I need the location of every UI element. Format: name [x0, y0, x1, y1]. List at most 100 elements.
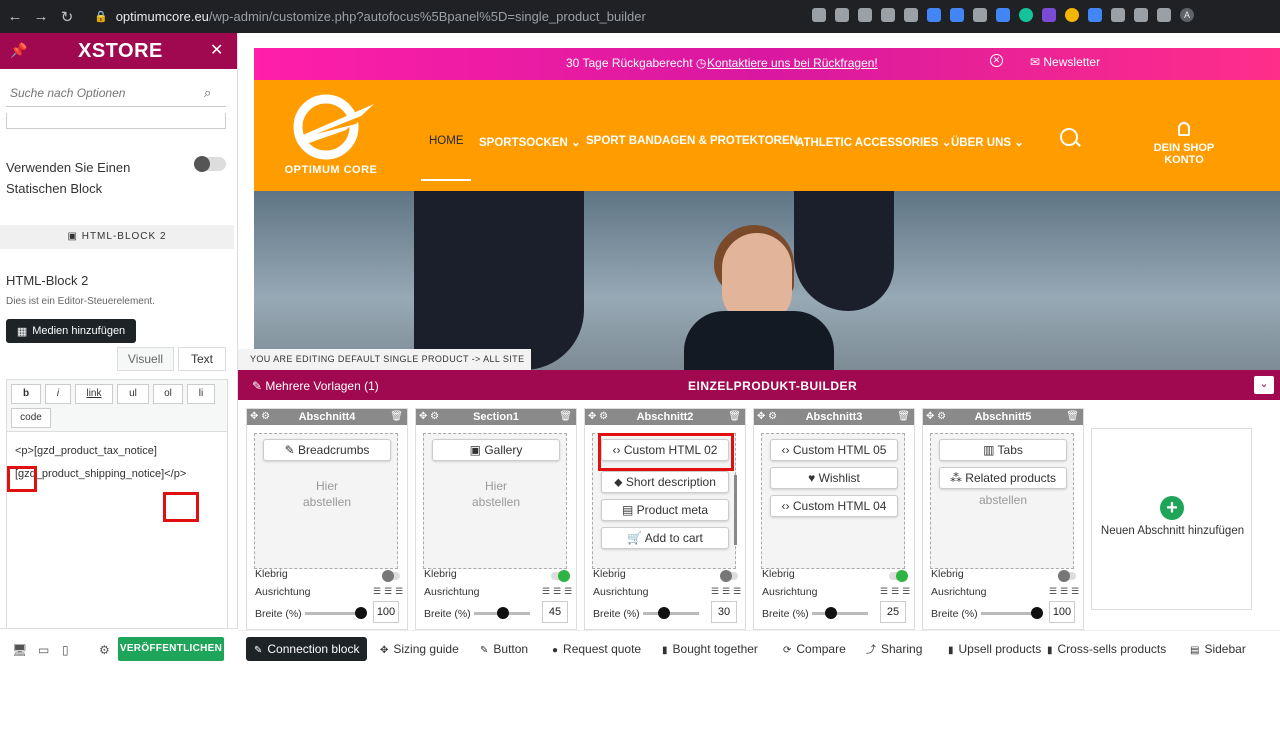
- align-icons[interactable]: ☰☰☰: [373, 586, 406, 597]
- nav-ueber-uns[interactable]: ÜBER UNS ⌄: [951, 135, 1024, 149]
- nav-sport-bandagen[interactable]: SPORT BANDAGEN & PROTEKTOREN: [586, 135, 798, 147]
- slider-handle[interactable]: [355, 607, 367, 619]
- camera-icon[interactable]: [973, 8, 987, 22]
- quicktag-italic[interactable]: i: [45, 384, 71, 404]
- share-icon[interactable]: [835, 8, 849, 22]
- builder-block[interactable]: ⬥ Short description: [601, 471, 729, 493]
- align-icons[interactable]: ☰☰☰: [542, 586, 575, 597]
- builder-block[interactable]: 🛒 Add to cart: [601, 527, 729, 549]
- nav-athletic-accessories[interactable]: ATHLETIC ACCESSORIES ⌄: [796, 135, 951, 149]
- builder-block[interactable]: ▤ Product meta: [601, 499, 729, 521]
- quicktag-bold[interactable]: b: [11, 384, 41, 404]
- search-input[interactable]: [6, 85, 196, 100]
- sticky-toggle[interactable]: [720, 570, 738, 582]
- contact-link[interactable]: Kontaktiere uns bei Rückfragen!: [707, 56, 878, 70]
- toolbar-element[interactable]: ● Request quote: [552, 637, 641, 661]
- quicktag-ul[interactable]: ul: [117, 384, 149, 404]
- extension-icon[interactable]: [1065, 8, 1079, 22]
- drop-zone[interactable]: ▥ Tabs ⁂ Related products abstellen: [930, 433, 1074, 569]
- sticky-toggle[interactable]: [551, 570, 570, 582]
- add-section-button[interactable]: + Neuen Abschnitt hinzufügen: [1091, 428, 1252, 610]
- section-header[interactable]: ✥ ⚙ Section1 🗑: [416, 409, 576, 425]
- section-header[interactable]: ✥ ⚙ Abschnitt3 🗑: [754, 409, 914, 425]
- builder-block[interactable]: ‹› Custom HTML 05: [770, 439, 898, 461]
- width-slider[interactable]: [305, 607, 367, 619]
- extension-icon[interactable]: [996, 8, 1010, 22]
- extension-icon[interactable]: [1111, 8, 1125, 22]
- close-circle-icon[interactable]: ✕: [990, 54, 1003, 67]
- slider-handle[interactable]: [1031, 607, 1043, 619]
- chevron-down-icon[interactable]: ⌄: [1254, 376, 1274, 394]
- quicktag-code[interactable]: code: [11, 408, 51, 428]
- builder-section[interactable]: ✥ ⚙ Section1 🗑 ▣ Gallery Hier abstellen Klebri…: [415, 408, 577, 630]
- toolbar-element[interactable]: ▮ Cross-sells products: [1047, 637, 1166, 661]
- move-gear-icon[interactable]: ✥ ⚙: [419, 409, 439, 425]
- search-icon[interactable]: ⌕: [204, 85, 211, 101]
- profile-avatar[interactable]: A: [1180, 8, 1194, 22]
- slider-handle[interactable]: [497, 607, 509, 619]
- grammarly-icon[interactable]: [1019, 8, 1033, 22]
- width-input[interactable]: 45: [542, 601, 568, 623]
- translate-icon[interactable]: [812, 8, 826, 22]
- trash-icon[interactable]: 🗑: [390, 409, 403, 425]
- extension-icon[interactable]: [927, 8, 941, 22]
- sticky-toggle[interactable]: [889, 570, 908, 582]
- width-slider[interactable]: [981, 607, 1043, 619]
- section-header[interactable]: ✥ ⚙ Abschnitt4 🗑: [247, 409, 407, 425]
- quicktag-li[interactable]: li: [187, 384, 215, 404]
- trash-icon[interactable]: 🗑: [1066, 409, 1079, 425]
- width-input[interactable]: 100: [1049, 601, 1075, 623]
- nav-home[interactable]: HOME: [429, 135, 464, 147]
- section-header[interactable]: ✥ ⚙ Abschnitt5 🗑: [923, 409, 1083, 425]
- width-slider[interactable]: [812, 607, 868, 619]
- align-icons[interactable]: ☰☰☰: [1049, 586, 1082, 597]
- account-link[interactable]: DEIN SHOP KONTO: [1134, 122, 1234, 166]
- section-header[interactable]: ✥ ⚙ Abschnitt2 🗑: [585, 409, 745, 425]
- width-slider[interactable]: [474, 607, 530, 619]
- slider-handle[interactable]: [825, 607, 837, 619]
- move-gear-icon[interactable]: ✥ ⚙: [588, 409, 608, 425]
- bookmark-star-icon[interactable]: [858, 8, 872, 22]
- site-logo[interactable]: OPTIMUM CORE: [276, 94, 386, 182]
- editor-content[interactable]: <p>[gzd_product_tax_notice] [gzd_product…: [15, 440, 220, 486]
- move-gear-icon[interactable]: ✥ ⚙: [757, 409, 777, 425]
- toolbar-element[interactable]: ▤ Sidebar: [1190, 637, 1246, 661]
- close-icon[interactable]: ✕: [210, 40, 223, 60]
- align-icons[interactable]: ☰☰☰: [711, 586, 744, 597]
- newsletter-link[interactable]: ✉ Newsletter: [1030, 55, 1100, 69]
- address-bar[interactable]: 🔒 optimumcore.eu/wp-admin/customize.php?…: [82, 4, 888, 29]
- sidebar-icon[interactable]: [1157, 8, 1171, 22]
- move-gear-icon[interactable]: ✥ ⚙: [250, 409, 270, 425]
- puzzle-icon[interactable]: [1134, 8, 1148, 22]
- tablet-icon[interactable]: ▭: [38, 643, 49, 657]
- builder-block[interactable]: ▥ Tabs: [939, 439, 1067, 461]
- tab-text[interactable]: Text: [178, 347, 226, 371]
- sticky-toggle[interactable]: [382, 570, 400, 582]
- quicktag-link[interactable]: link: [75, 384, 113, 404]
- builder-section[interactable]: ✥ ⚙ Abschnitt3 🗑 ‹› Custom HTML 05 ♥ Wishlis…: [753, 408, 915, 630]
- toolbar-element[interactable]: ✥ Sizing guide: [380, 637, 459, 661]
- globe-icon[interactable]: [904, 8, 918, 22]
- toolbar-element[interactable]: ✎ Button: [480, 637, 528, 661]
- toolbar-element[interactable]: ⟳ Compare: [783, 637, 846, 661]
- extension-icon[interactable]: [881, 8, 895, 22]
- toolbar-element[interactable]: ▮ Upsell products: [948, 637, 1041, 661]
- text-editor[interactable]: b i link ul ol li code <p>[gzd_product_t…: [6, 379, 228, 649]
- extension-icon[interactable]: [950, 8, 964, 22]
- toolbar-element[interactable]: ▮ Bought together: [662, 637, 758, 661]
- builder-section[interactable]: ✥ ⚙ Abschnitt5 🗑 ▥ Tabs ⁂ Related products ab…: [922, 408, 1084, 630]
- trash-icon[interactable]: 🗑: [559, 409, 572, 425]
- builder-block[interactable]: ♥ Wishlist: [770, 467, 898, 489]
- width-slider[interactable]: [643, 607, 699, 619]
- toolbar-element[interactable]: ⤴ Sharing: [866, 637, 922, 661]
- width-input[interactable]: 30: [711, 601, 737, 623]
- builder-section[interactable]: ✥ ⚙ Abschnitt2 🗑 ‹› Custom HTML 02 ⬥ Short d…: [584, 408, 746, 630]
- reload-icon[interactable]: ↻: [56, 8, 78, 26]
- gear-icon[interactable]: ⚙: [99, 643, 110, 657]
- tab-visual[interactable]: Visuell: [117, 347, 174, 371]
- builder-block[interactable]: ✎ Breadcrumbs: [263, 439, 391, 461]
- drop-zone[interactable]: ‹› Custom HTML 05 ♥ Wishlist ‹› Custom HTM…: [761, 433, 905, 569]
- add-media-button[interactable]: ▦ Medien hinzufügen: [6, 319, 136, 343]
- back-icon[interactable]: ←: [4, 8, 26, 25]
- toolbar-element[interactable]: ✎ Connection block: [246, 637, 368, 661]
